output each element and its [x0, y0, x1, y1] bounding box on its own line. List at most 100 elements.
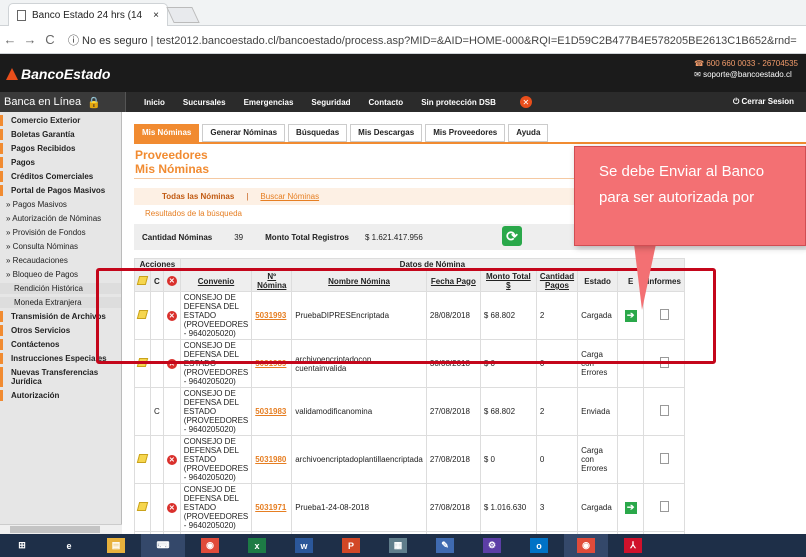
- sidebar-item[interactable]: » Provisión de Fondos: [0, 227, 121, 238]
- informes-cell: [643, 435, 685, 484]
- tab-3[interactable]: Mis Descargas: [350, 124, 423, 142]
- chrome2-icon[interactable]: ◉: [564, 534, 608, 557]
- nav-inicio[interactable]: Inicio: [144, 98, 165, 107]
- nav-emergencias[interactable]: Emergencias: [244, 98, 294, 107]
- tabs: Mis Nóminas Generar Nóminas Búsquedas Mis D…: [134, 124, 549, 142]
- subnav-separator: |: [246, 192, 249, 201]
- back-icon[interactable]: ←: [0, 32, 20, 47]
- lock-icon: 🔒: [87, 96, 101, 109]
- estado-cell: Carga con Errores: [577, 435, 619, 484]
- subnav-search[interactable]: Buscar Nóminas: [260, 192, 319, 201]
- explorer-icon[interactable]: ▤: [94, 534, 138, 557]
- callout-note: Se debe Enviar al Banco para ser autoriz…: [574, 146, 806, 246]
- tab-1[interactable]: Generar Nóminas: [202, 124, 286, 142]
- nomina-link[interactable]: 5031983: [255, 407, 286, 416]
- close-tab-icon[interactable]: ×: [153, 10, 159, 21]
- tab-0[interactable]: Mis Nóminas: [134, 124, 200, 142]
- powerpoint-icon[interactable]: P: [329, 534, 373, 557]
- nomina-link[interactable]: 5031980: [255, 455, 286, 464]
- delete-icon[interactable]: ✕: [166, 502, 177, 513]
- nomina-link[interactable]: 5031971: [255, 503, 286, 512]
- convenio-cell: CONSEJO DE DEFENSA DEL ESTADO (PROVEEDOR…: [179, 483, 253, 532]
- bancoestado-logo[interactable]: BancoEstado: [6, 66, 110, 82]
- browser-tab[interactable]: Banco Estado 24 hrs (14 ×: [8, 3, 168, 26]
- tab-title: Banco Estado 24 hrs (14: [32, 9, 143, 21]
- horizontal-scrollbar[interactable]: [0, 524, 122, 534]
- nav-sucursales[interactable]: Sucursales: [183, 98, 226, 107]
- callout-line-2: para ser autorizada por: [599, 189, 755, 206]
- forward-icon[interactable]: →: [20, 32, 40, 47]
- alert-icon[interactable]: ✕: [519, 96, 532, 108]
- tab-4[interactable]: Mis Proveedores: [425, 124, 506, 142]
- outlook-icon[interactable]: o: [517, 534, 561, 557]
- report-icon[interactable]: [659, 453, 669, 464]
- delete-cell: ✕: [162, 483, 181, 532]
- excel-icon[interactable]: x: [235, 534, 279, 557]
- sidebar-item[interactable]: Créditos Comerciales: [0, 171, 121, 182]
- nav-seguridad[interactable]: Seguridad: [311, 98, 350, 107]
- delete-cell: ✕: [162, 435, 181, 484]
- phone-number: 600 660 0033 - 26704535: [706, 59, 798, 68]
- nav-sin-proteccion[interactable]: Sin protección DSB: [421, 98, 496, 107]
- nav-contacto[interactable]: Contacto: [369, 98, 404, 107]
- sidebar-item[interactable]: Pagos: [0, 157, 121, 168]
- informes-cell: [643, 387, 685, 436]
- numero-cell: 5031980: [251, 435, 293, 484]
- report-icon[interactable]: [659, 405, 669, 416]
- calculator-icon[interactable]: ▦: [376, 534, 420, 557]
- refresh-icon[interactable]: ⟳: [502, 226, 522, 246]
- tab-5[interactable]: Ayuda: [508, 124, 549, 142]
- total-value: $ 1.621.417.956: [365, 232, 423, 242]
- sidebar-item[interactable]: Pagos Recibidos: [0, 143, 121, 154]
- pen-icon[interactable]: ✎: [423, 534, 467, 557]
- callout-line-1: Se debe Enviar al Banco: [599, 163, 765, 180]
- windows-icon[interactable]: ⊞: [0, 534, 44, 557]
- edit-icon[interactable]: [136, 454, 149, 463]
- logout-button[interactable]: ⏻ Cerrar Sesion: [733, 97, 794, 107]
- sidebar-item[interactable]: » Recaudaciones: [0, 255, 121, 266]
- ie-icon[interactable]: e: [47, 534, 91, 557]
- tab-underline: [134, 142, 806, 144]
- cantidad-cell: 2: [535, 387, 579, 436]
- nombre-cell: validamodificanomina: [291, 387, 427, 436]
- subnav-all[interactable]: Todas las Nóminas: [162, 192, 234, 201]
- sidebar-item[interactable]: Autorización: [0, 390, 121, 401]
- sidebar-item[interactable]: Portal de Pagos Masivos: [0, 185, 121, 196]
- settings-icon[interactable]: ⚙: [470, 534, 514, 557]
- chrome-icon[interactable]: ◉: [188, 534, 232, 557]
- support-email[interactable]: soporte@bancoestado.cl: [703, 70, 792, 79]
- sidebar-item[interactable]: Nuevas Transferencias Jurídica: [0, 367, 121, 387]
- logo-icon: [6, 68, 18, 80]
- site-header: [0, 54, 806, 92]
- reload-icon[interactable]: C: [40, 32, 60, 47]
- sidebar-item[interactable]: » Consulta Nóminas: [0, 241, 121, 252]
- informes-cell: [643, 483, 685, 532]
- delete-icon[interactable]: ✕: [166, 454, 177, 465]
- scroll-thumb[interactable]: [10, 526, 100, 533]
- edit-icon[interactable]: [136, 502, 149, 511]
- sidebar-item[interactable]: Comercio Exterior: [0, 115, 121, 126]
- monto-cell: $ 1.016.630: [479, 483, 537, 532]
- sidebar-item[interactable]: » Pagos Masivos: [0, 199, 121, 210]
- send-icon[interactable]: ➔: [624, 501, 637, 514]
- app-icon[interactable]: ⌨: [141, 534, 185, 557]
- numero-cell: 5031983: [251, 387, 293, 436]
- logo-text: BancoEstado: [21, 66, 111, 82]
- sidebar-item[interactable]: Boletas Garantía: [0, 129, 121, 140]
- delete-cell: [162, 387, 181, 436]
- table-row: ✕ CONSEJO DE DEFENSA DEL ESTADO (PROVEEDO…: [134, 483, 685, 532]
- convenio-cell: CONSEJO DE DEFENSA DEL ESTADO (PROVEEDOR…: [179, 387, 253, 436]
- report-icon[interactable]: [659, 501, 669, 512]
- acrobat-icon[interactable]: ⅄: [611, 534, 655, 557]
- fecha-cell: 27/08/2018: [425, 483, 481, 532]
- url-field[interactable]: ⓘ No es seguro | test2012.bancoestado.cl…: [68, 32, 806, 48]
- sidebar-item[interactable]: » Autorización de Nóminas: [0, 213, 121, 224]
- results-label: Resultados de la búsqueda: [145, 209, 242, 218]
- main-nav: Banca en Línea 🔒 Inicio Sucursales Emerg…: [0, 92, 806, 112]
- redo-icon[interactable]: C: [154, 407, 160, 416]
- nombre-cell: Prueba1-24-08-2018: [291, 483, 427, 532]
- fecha-cell: 27/08/2018: [425, 387, 481, 436]
- word-icon[interactable]: w: [282, 534, 326, 557]
- mail-icon: ✉: [694, 70, 704, 79]
- tab-2[interactable]: Búsquedas: [288, 124, 348, 142]
